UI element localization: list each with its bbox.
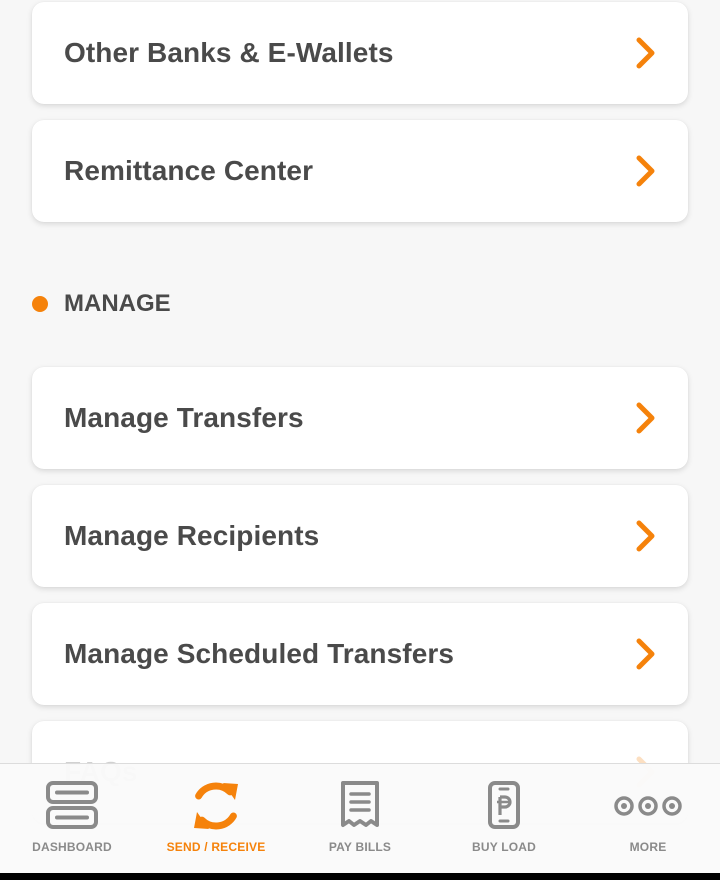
system-bar [0, 873, 720, 880]
nav-label: DASHBOARD [32, 840, 112, 854]
nav-dashboard[interactable]: DASHBOARD [0, 764, 144, 874]
nav-label: BUY LOAD [471, 840, 537, 854]
nav-pay-bills[interactable]: PAY BILLS [288, 764, 432, 874]
chevron-right-icon [636, 520, 655, 552]
nav-buy-load[interactable]: BUY LOAD [432, 764, 576, 874]
chevron-right-icon [636, 155, 655, 187]
manage-transfers-card[interactable]: Manage Transfers [32, 367, 688, 469]
card-label: Manage Recipients [64, 520, 320, 551]
remittance-center-card[interactable]: Remittance Center [32, 120, 688, 222]
card-label: Manage Scheduled Transfers [64, 638, 455, 669]
receipt-icon [341, 781, 379, 827]
nav-more[interactable]: MORE [576, 764, 720, 874]
chevron-right-icon [636, 402, 655, 434]
more-icon [614, 796, 682, 816]
card-label: Manage Transfers [64, 402, 304, 433]
section-bullet [32, 296, 48, 312]
manage-recipients-card[interactable]: Manage Recipients [32, 485, 688, 587]
nav-label: PAY BILLS [328, 840, 392, 854]
section-title: MANAGE [64, 290, 171, 317]
chevron-right-icon [636, 37, 655, 69]
other-banks-ewallets-card[interactable]: Other Banks & E-Wallets [32, 2, 688, 104]
card-label: Other Banks & E-Wallets [64, 37, 394, 68]
manage-scheduled-transfers-card[interactable]: Manage Scheduled Transfers [32, 603, 688, 705]
dashboard-icon [46, 781, 98, 829]
nav-label: SEND / RECEIVE [166, 840, 266, 854]
nav-send-receive[interactable]: SEND / RECEIVE [144, 764, 288, 874]
nav-label: MORE [629, 840, 667, 854]
chevron-right-icon [636, 638, 655, 670]
card-label: Remittance Center [64, 155, 314, 186]
refresh-icon [194, 782, 238, 830]
bottom-navigation: DASHBOARD SEND / RECEIVE PAY BILLS BUY L… [0, 763, 720, 874]
phone-load-icon [488, 781, 520, 829]
